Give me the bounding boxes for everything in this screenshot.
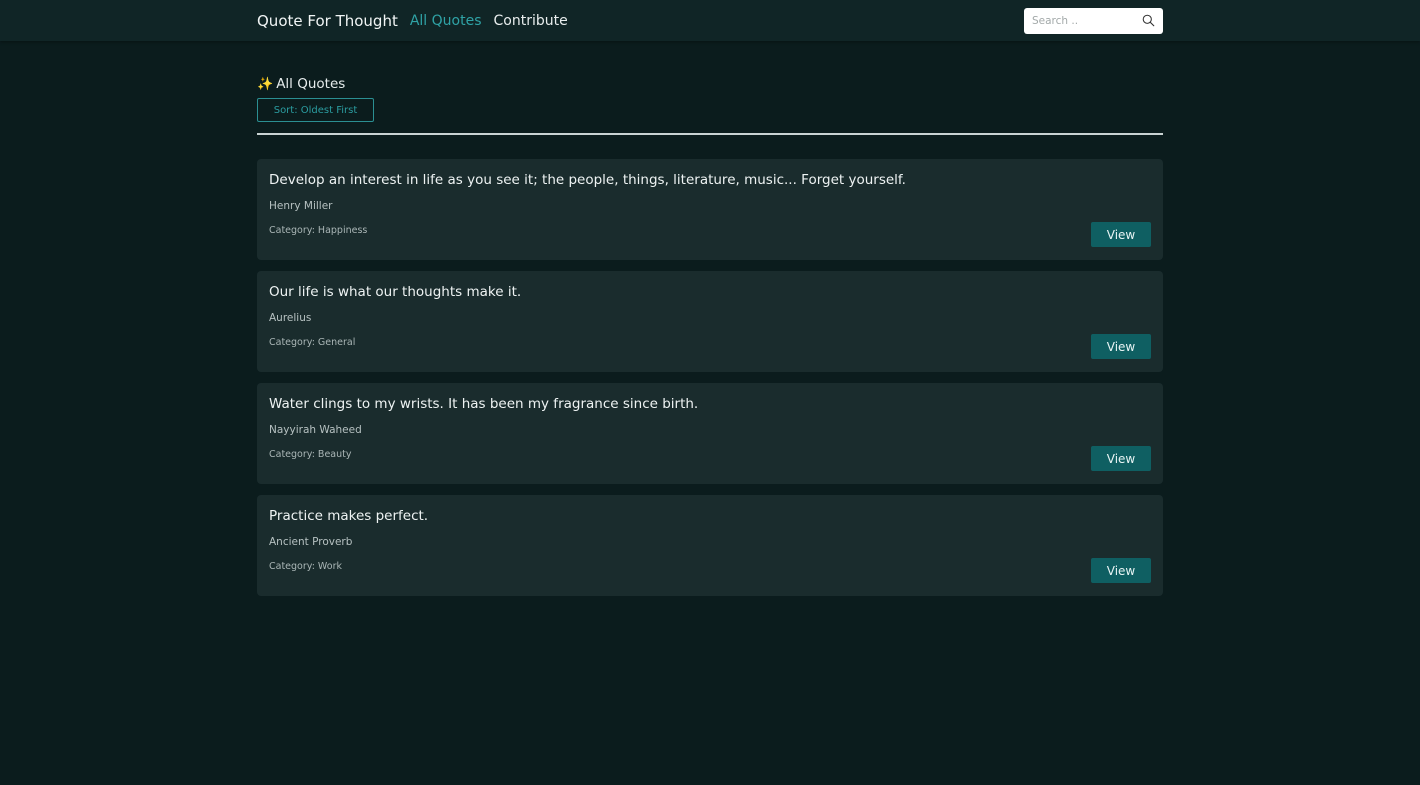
page-title-text: All Quotes	[276, 76, 346, 92]
nav-link-contribute[interactable]: Contribute	[494, 13, 568, 29]
nav-link-all-quotes[interactable]: All Quotes	[410, 13, 482, 29]
quote-category: Category: Happiness	[269, 225, 368, 236]
view-button[interactable]: View	[1091, 334, 1151, 359]
quote-card: Practice makes perfect. Ancient Proverb …	[257, 495, 1163, 596]
quote-card: Water clings to my wrists. It has been m…	[257, 383, 1163, 484]
main-content: ✨ All Quotes Sort: Oldest First Develop …	[257, 41, 1163, 596]
quote-author: Henry Miller	[269, 200, 333, 212]
quote-author: Nayyirah Waheed	[269, 424, 362, 436]
sparkles-icon: ✨	[257, 76, 274, 92]
quote-category: Category: Beauty	[269, 449, 352, 460]
view-button[interactable]: View	[1091, 222, 1151, 247]
quote-list: Develop an interest in life as you see i…	[257, 159, 1163, 596]
view-button[interactable]: View	[1091, 558, 1151, 583]
quote-author: Aurelius	[269, 312, 312, 324]
page-title: ✨ All Quotes	[257, 76, 1163, 92]
quote-author: Ancient Proverb	[269, 536, 353, 548]
quote-text: Water clings to my wrists. It has been m…	[269, 396, 699, 412]
quote-category: Category: Work	[269, 561, 342, 572]
quote-text: Our life is what our thoughts make it.	[269, 284, 522, 300]
sort-button[interactable]: Sort: Oldest First	[257, 98, 374, 122]
quote-card: Develop an interest in life as you see i…	[257, 159, 1163, 260]
search-box	[1024, 7, 1163, 34]
top-navbar: Quote For Thought All Quotes Contribute	[0, 0, 1420, 41]
divider	[257, 133, 1163, 135]
quote-category: Category: General	[269, 337, 356, 348]
brand-link[interactable]: Quote For Thought	[257, 12, 398, 30]
quote-card: Our life is what our thoughts make it. A…	[257, 271, 1163, 372]
view-button[interactable]: View	[1091, 446, 1151, 471]
search-input[interactable]	[1032, 14, 1142, 27]
search-icon[interactable]	[1142, 14, 1155, 27]
navbar-inner: Quote For Thought All Quotes Contribute	[257, 0, 1163, 41]
quote-text: Practice makes perfect.	[269, 508, 429, 524]
quote-text: Develop an interest in life as you see i…	[269, 172, 906, 188]
